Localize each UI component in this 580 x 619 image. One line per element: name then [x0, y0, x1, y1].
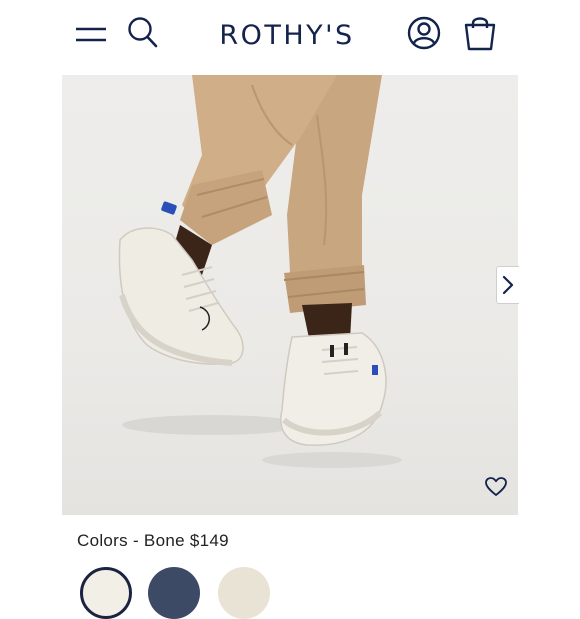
hamburger-menu-icon [76, 27, 106, 42]
next-image-button[interactable] [496, 266, 519, 304]
account-button[interactable] [406, 14, 442, 52]
account-icon [407, 16, 441, 50]
shopping-bag-icon [464, 17, 496, 51]
product-image [62, 75, 518, 515]
shopping-bag-button[interactable] [460, 13, 500, 53]
search-button[interactable] [126, 15, 160, 51]
product-photo-illustration [118, 75, 402, 468]
hamburger-menu-button[interactable] [74, 20, 108, 50]
chevron-right-icon [502, 275, 514, 295]
brand-logo[interactable]: ROTHY'S [202, 16, 372, 56]
color-price-label: Colors - Bone $149 [77, 531, 229, 550]
color-swatch-bone[interactable] [80, 567, 132, 619]
color-swatch-sand[interactable] [218, 567, 270, 619]
right-gutter [518, 0, 580, 580]
color-swatch-navy[interactable] [148, 567, 200, 619]
site-header: ROTHY'S [62, 0, 518, 75]
left-gutter [0, 0, 62, 580]
search-icon [128, 17, 158, 48]
heart-icon [485, 477, 507, 496]
wishlist-button[interactable] [484, 475, 508, 499]
